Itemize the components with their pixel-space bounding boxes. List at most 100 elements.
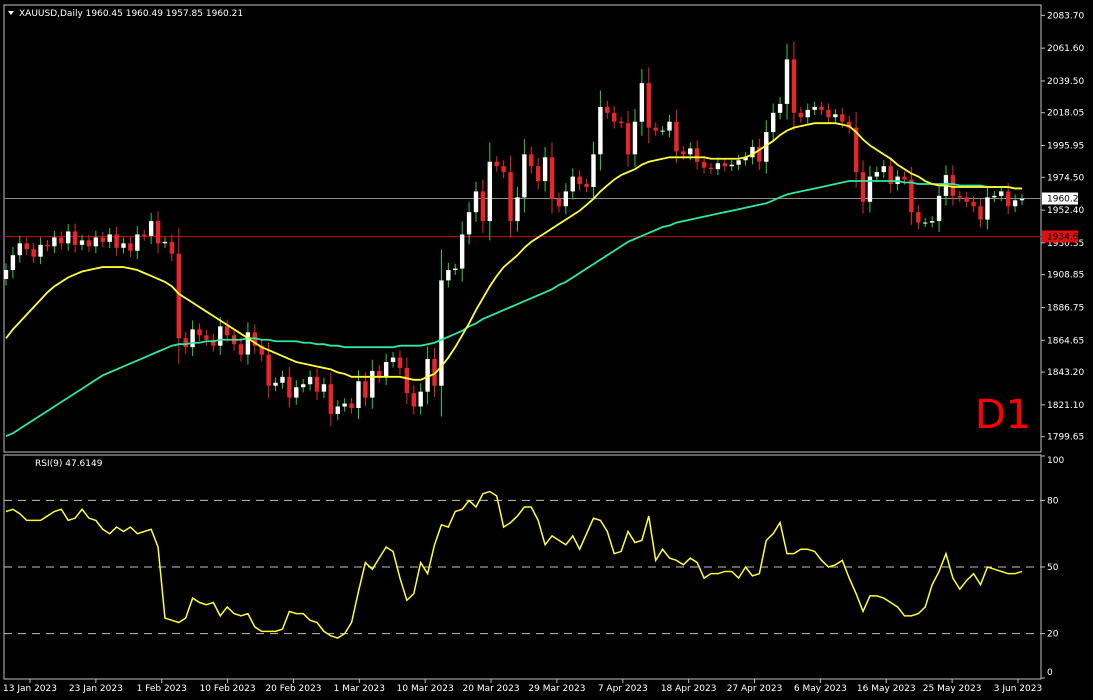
candle-body [874, 172, 880, 177]
candle-body [936, 195, 942, 222]
price-tick-label: 1821.10 [1047, 401, 1084, 411]
candle-body [418, 391, 423, 407]
candle-body [342, 403, 347, 407]
price-tick-label: 1864.65 [1047, 336, 1084, 346]
candle-body [833, 114, 838, 118]
candle-body [114, 234, 119, 248]
candle-body [978, 206, 983, 220]
candle-body [612, 112, 617, 122]
candle-body [38, 244, 43, 257]
candle-body [784, 59, 790, 104]
rsi-tick-label: 80 [1047, 496, 1059, 506]
candle-body [411, 393, 416, 407]
level-price-label: 1934.63 [1047, 232, 1084, 242]
candle-body [328, 384, 334, 414]
time-tick-label: 20 Feb 2023 [265, 684, 321, 694]
candle-body [805, 109, 810, 118]
candle-body [280, 376, 285, 383]
rsi-header: RSI(9) 47.6149 [35, 459, 103, 469]
candle-body [466, 212, 472, 235]
candle-body [881, 166, 886, 173]
candle-body [370, 370, 375, 398]
candle-body [929, 221, 935, 223]
candle-body [93, 237, 99, 247]
time-tick-label: 10 Mar 2023 [397, 684, 454, 694]
candle-body [1005, 191, 1011, 207]
candle-body [508, 172, 513, 222]
time-tick-label: 18 Apr 2023 [661, 684, 717, 694]
candle-body [777, 103, 783, 113]
candle-body [840, 114, 845, 122]
candle-body [142, 234, 147, 236]
candle-body [909, 179, 914, 213]
candle-body [390, 357, 396, 362]
candle-body [183, 338, 188, 348]
time-tick-label: 1 Feb 2023 [137, 684, 187, 694]
candle-body [708, 167, 714, 170]
candle-body [812, 106, 817, 110]
current-price-label: 1960.21 [1047, 195, 1084, 205]
time-tick-label: 23 Jan 2023 [69, 684, 123, 694]
candle-body [107, 234, 112, 242]
candle-body [999, 191, 1004, 196]
candle-body [190, 329, 195, 348]
price-tick-label: 1995.95 [1047, 142, 1084, 152]
candle-body [204, 335, 209, 340]
price-tick-label: 1886.75 [1047, 303, 1084, 313]
candle-body [404, 367, 410, 394]
candle-body [701, 161, 707, 168]
candle-body [128, 243, 133, 251]
candle-body [715, 163, 721, 170]
candle-body [356, 381, 361, 408]
candle-body [1012, 200, 1018, 207]
candle-body [605, 106, 610, 113]
candle-body [10, 255, 16, 271]
candle-body [224, 326, 230, 336]
candle-body [294, 387, 299, 398]
candle-body [349, 403, 354, 408]
candle-body [155, 221, 161, 244]
candle-body [72, 231, 78, 245]
candle-body [535, 166, 541, 182]
candle-body [148, 221, 154, 236]
candle-body [17, 243, 23, 256]
candle-body [321, 384, 327, 392]
time-tick-label: 13 Jan 2023 [3, 684, 57, 694]
candle-body [923, 222, 928, 224]
candle-body [798, 112, 804, 118]
candle-body [674, 121, 679, 152]
candle-body [307, 376, 313, 385]
candle-body [556, 198, 562, 207]
candle-body [667, 121, 672, 131]
candle-body [826, 109, 831, 118]
candle-body [100, 237, 105, 242]
rsi-tick-label: 20 [1047, 630, 1059, 640]
price-tick-label: 1799.65 [1047, 433, 1084, 443]
candle-body [446, 270, 451, 281]
candle-body [964, 197, 969, 202]
candle-body [902, 176, 907, 180]
candle-body [473, 191, 479, 213]
candle-body [218, 326, 223, 346]
candle-body [335, 406, 340, 414]
candle-body [770, 112, 776, 133]
candle-body [121, 243, 126, 248]
symbol-header: XAUUSD,Daily 1960.45 1960.49 1957.85 196… [19, 9, 243, 19]
time-tick-label: 10 Feb 2023 [200, 684, 256, 694]
candle-body [59, 237, 64, 244]
candle-body [529, 154, 534, 167]
candle-body [169, 241, 175, 254]
candle-body [618, 121, 624, 124]
candle-body [480, 191, 486, 222]
price-tick-label: 2061.60 [1047, 44, 1084, 54]
trading-chart[interactable]: 2083.70 2061.60 2039.50 2018.05 1995.95 1974.… [0, 0, 1093, 700]
candle-body [383, 362, 389, 377]
candle-body [45, 244, 50, 247]
candle-body [736, 160, 741, 165]
candle-body [584, 184, 589, 187]
time-tick-label: 16 May 2023 [857, 684, 916, 694]
candle-body [985, 197, 990, 220]
price-tick-label: 2083.70 [1047, 11, 1084, 21]
candle-body [625, 123, 631, 155]
price-tick-label: 2018.05 [1047, 109, 1084, 119]
